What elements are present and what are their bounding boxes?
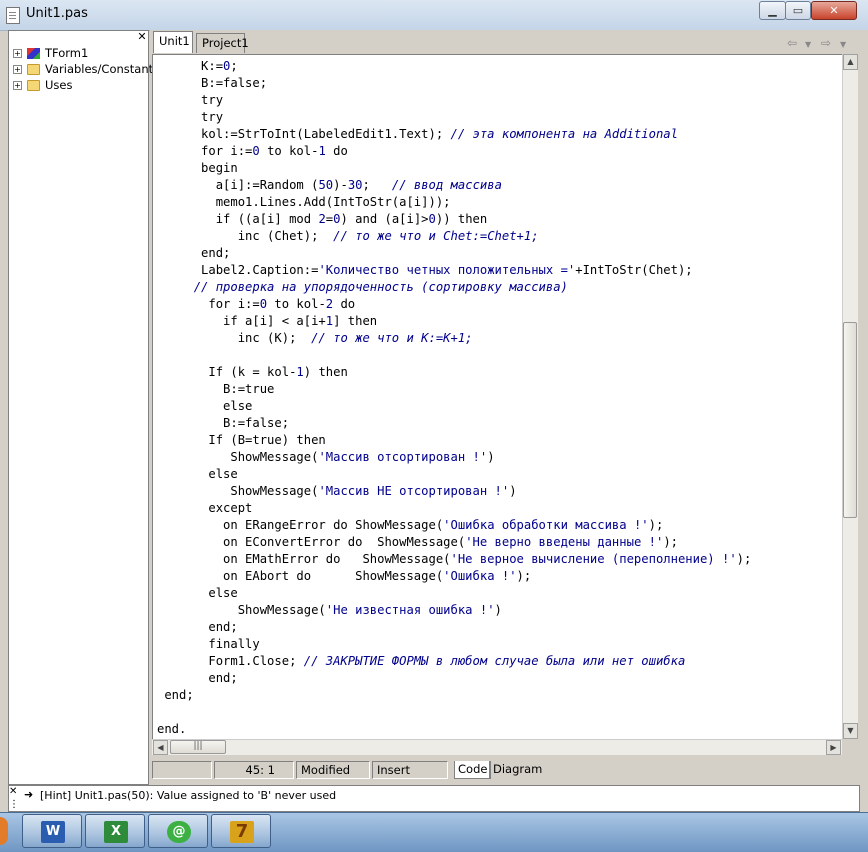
tree-item-variables[interactable]: + Variables/Constants xyxy=(13,61,159,77)
tab-diagram[interactable]: Diagram xyxy=(489,761,545,778)
expand-icon[interactable]: + xyxy=(13,49,22,58)
hint-message[interactable]: [Hint] Unit1.pas(50): Value assigned to … xyxy=(40,789,336,802)
code-line[interactable]: a[i]:=Random (50)-30; // ввод массива xyxy=(157,177,751,194)
folder-icon xyxy=(27,80,40,91)
folder-icon xyxy=(27,64,40,75)
tab-unit1[interactable]: Unit1 xyxy=(153,31,193,53)
code-line[interactable]: end. xyxy=(157,721,751,738)
code-line[interactable]: ShowMessage('Не известная ошибка !') xyxy=(157,602,751,619)
tab-project1[interactable]: Project1 xyxy=(196,33,249,53)
code-line[interactable]: finally xyxy=(157,636,751,653)
close-button[interactable]: ✕ xyxy=(811,1,857,20)
horizontal-scrollbar[interactable] xyxy=(152,739,842,755)
code-line[interactable]: kol:=StrToInt(LabeledEdit1.Text); // эта… xyxy=(157,126,751,143)
code-line[interactable]: ShowMessage('Массив отсортирован !') xyxy=(157,449,751,466)
start-button[interactable] xyxy=(0,817,8,845)
code-line[interactable]: memo1.Lines.Add(IntToStr(a[i])); xyxy=(157,194,751,211)
window-title: Unit1.pas xyxy=(26,6,88,21)
horizontal-scroll-thumb[interactable]: ||| xyxy=(170,740,226,754)
code-line[interactable] xyxy=(157,704,751,721)
code-line[interactable]: B:=false; xyxy=(157,75,751,92)
minimize-button[interactable]: ▁ xyxy=(759,1,786,20)
code-line[interactable]: // проверка на упорядоченность (сортиров… xyxy=(157,279,751,296)
form-icon xyxy=(27,48,40,59)
code-editor[interactable]: K:=0; B:=false; try try kol:=StrToInt(La… xyxy=(152,54,842,739)
title-bar xyxy=(0,0,868,31)
code-line[interactable]: else xyxy=(157,466,751,483)
insert-mode-status: Insert xyxy=(372,761,448,779)
code-line[interactable]: if ((a[i] mod 2=0) and (a[i]>0)) then xyxy=(157,211,751,228)
code-line[interactable]: try xyxy=(157,92,751,109)
code-line[interactable]: for i:=0 to kol-1 do xyxy=(157,143,751,160)
scroll-up-icon[interactable]: ▲ xyxy=(843,54,858,70)
code-explorer: + TForm1 + Variables/Constants + Uses xyxy=(8,30,159,785)
status-panel-empty xyxy=(152,761,212,779)
code-line[interactable]: end; xyxy=(157,245,751,262)
code-line[interactable]: end; xyxy=(157,670,751,687)
maximize-button[interactable]: ▭ xyxy=(785,1,811,20)
code-line[interactable]: end; xyxy=(157,687,751,704)
excel-icon: X xyxy=(104,821,128,843)
code-line[interactable]: If (B=true) then xyxy=(157,432,751,449)
code-line[interactable]: K:=0; xyxy=(157,58,751,75)
expand-icon[interactable]: + xyxy=(13,65,22,74)
code-line[interactable]: B:=true xyxy=(157,381,751,398)
messages-menu-icon[interactable]: ⋮ xyxy=(9,799,19,810)
mail-agent-icon: @ xyxy=(167,821,191,843)
taskbar-delphi-button[interactable]: 7 xyxy=(211,814,271,848)
code-line[interactable]: inc (Chet); // то же что и Chet:=Chet+1; xyxy=(157,228,751,245)
code-line[interactable]: Form1.Close; // ЗАКРЫТИЕ ФОРМЫ в любом с… xyxy=(157,653,751,670)
code-line[interactable]: ShowMessage('Массив НЕ отсортирован !') xyxy=(157,483,751,500)
code-line[interactable]: else xyxy=(157,398,751,415)
delphi-icon: 7 xyxy=(230,821,254,843)
tree-item-uses[interactable]: + Uses xyxy=(13,77,72,93)
code-line[interactable]: end; xyxy=(157,619,751,636)
taskbar-excel-button[interactable]: X xyxy=(85,814,145,848)
code-line[interactable]: begin xyxy=(157,160,751,177)
tab-code[interactable]: Code xyxy=(454,761,492,779)
vertical-scroll-thumb[interactable] xyxy=(843,322,857,518)
code-line[interactable]: on EMathError do ShowMessage('Не верное … xyxy=(157,551,751,568)
code-line[interactable]: else xyxy=(157,585,751,602)
taskbar-mail-agent-button[interactable]: @ xyxy=(148,814,208,848)
code-line[interactable]: try xyxy=(157,109,751,126)
forward-arrow-icon[interactable]: ⇨ xyxy=(821,36,831,50)
code-line[interactable] xyxy=(157,347,751,364)
editor-tab-bar xyxy=(150,30,868,54)
code-line[interactable]: on EAbort do ShowMessage('Ошибка !'); xyxy=(157,568,751,585)
expand-icon[interactable]: + xyxy=(13,81,22,90)
code-line[interactable]: on ERangeError do ShowMessage('Ошибка об… xyxy=(157,517,751,534)
explorer-close-icon[interactable]: ✕ xyxy=(136,31,148,43)
code-line[interactable]: inc (K); // то же что и K:=K+1; xyxy=(157,330,751,347)
tree-item-tform1[interactable]: + TForm1 xyxy=(13,45,88,61)
scroll-down-icon[interactable]: ▼ xyxy=(843,723,858,739)
chevron-down-icon[interactable]: ▼ xyxy=(805,40,811,49)
scroll-left-icon[interactable]: ◀ xyxy=(153,740,168,755)
code-line[interactable]: If (k = kol-1) then xyxy=(157,364,751,381)
code-line[interactable]: B:=false; xyxy=(157,415,751,432)
message-pointer-icon: ➜ xyxy=(24,788,34,801)
modified-status: Modified xyxy=(296,761,370,779)
code-line[interactable]: if a[i] < a[i+1] then xyxy=(157,313,751,330)
cursor-position: 45: 1 xyxy=(214,761,294,779)
code-line[interactable]: Label2.Caption:='Количество четных полож… xyxy=(157,262,751,279)
messages-close-icon[interactable]: ✕ xyxy=(9,786,17,797)
taskbar-word-button[interactable]: W xyxy=(22,814,82,848)
scroll-right-icon[interactable]: ▶ xyxy=(826,740,841,755)
back-arrow-icon[interactable]: ⇦ xyxy=(787,36,797,50)
file-icon xyxy=(6,7,20,24)
code-line[interactable]: on EConvertError do ShowMessage('Не верн… xyxy=(157,534,751,551)
code-line[interactable]: except xyxy=(157,500,751,517)
word-icon: W xyxy=(41,821,65,843)
code-text[interactable]: K:=0; B:=false; try try kol:=StrToInt(La… xyxy=(157,58,751,738)
code-line[interactable]: for i:=0 to kol-2 do xyxy=(157,296,751,313)
chevron-down-icon[interactable]: ▼ xyxy=(840,40,846,49)
